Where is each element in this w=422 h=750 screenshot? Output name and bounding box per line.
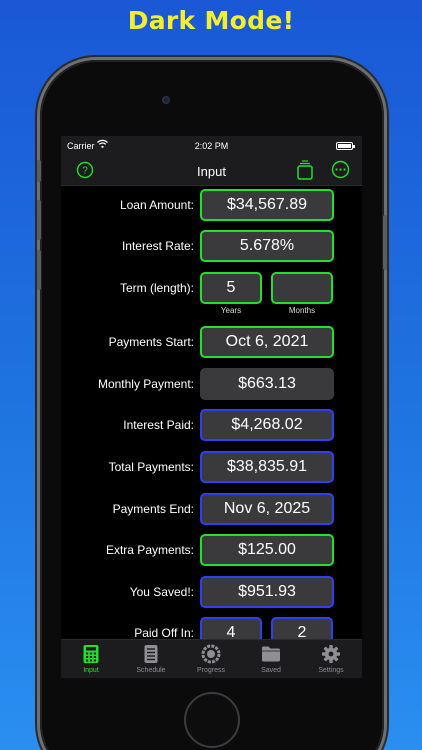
promo-banner-title: Dark Mode! xyxy=(127,6,295,35)
extra-payments-row: Extra Payments: $125.00 xyxy=(61,534,362,566)
term-row: Term (length): 5 Years Months xyxy=(61,272,362,315)
payments-start-row: Payments Start: Oct 6, 2021 xyxy=(61,326,362,358)
mute-switch xyxy=(37,160,41,182)
tab-saved-label: Saved xyxy=(261,667,281,674)
paid-off-in-label: Paid Off In: xyxy=(134,626,194,640)
tab-schedule[interactable]: Schedule xyxy=(121,640,181,678)
list-icon xyxy=(144,645,158,663)
tab-progress-label: Progress xyxy=(196,667,225,674)
saved-stack-icon[interactable] xyxy=(296,160,314,185)
monthly-payment-label: Monthly Payment: xyxy=(97,377,194,391)
term-months-field[interactable] xyxy=(271,272,333,304)
total-payments-field[interactable]: $38,835.91 xyxy=(200,451,334,483)
interest-rate-field[interactable]: 5.678% xyxy=(200,230,334,262)
folder-icon xyxy=(262,646,280,662)
months-caption: Months xyxy=(288,306,316,315)
page-title: Input xyxy=(197,164,226,179)
status-bar: Carrier 2:02 PM xyxy=(61,136,362,156)
volume-down-button xyxy=(37,250,41,290)
tab-bar: Input Schedule Progress Saved Settings xyxy=(61,639,362,678)
more-options-icon[interactable] xyxy=(331,160,350,184)
payments-end-label: Payments End: xyxy=(112,502,194,516)
tab-input-label: Input xyxy=(83,667,99,674)
front-camera xyxy=(162,96,170,104)
tab-settings-label: Settings xyxy=(318,667,344,674)
years-caption: Years xyxy=(220,306,242,315)
volume-up-button xyxy=(37,200,41,240)
total-payments-label: Total Payments: xyxy=(108,460,194,474)
tab-progress[interactable]: Progress xyxy=(181,640,241,678)
payments-end-row: Payments End: Nov 6, 2025 xyxy=(61,493,362,525)
app-screen: Carrier 2:02 PM ? Input Loan Amount: $34… xyxy=(61,136,362,678)
loan-amount-label: Loan Amount: xyxy=(119,198,194,212)
power-button xyxy=(383,215,387,270)
gear-icon xyxy=(322,645,340,663)
tab-schedule-label: Schedule xyxy=(136,667,166,674)
extra-payments-label: Extra Payments: xyxy=(105,543,194,557)
loan-amount-field[interactable]: $34,567.89 xyxy=(200,189,334,221)
payments-start-field[interactable]: Oct 6, 2021 xyxy=(200,326,334,358)
home-button[interactable] xyxy=(184,692,240,748)
tab-settings[interactable]: Settings xyxy=(301,640,361,678)
interest-paid-field[interactable]: $4,268.02 xyxy=(200,409,334,441)
interest-paid-label: Interest Paid: xyxy=(123,418,194,432)
interest-rate-row: Interest Rate: 5.678% xyxy=(61,230,362,262)
navigation-bar: ? Input xyxy=(61,156,362,186)
loan-input-form: Loan Amount: $34,567.89 Interest Rate: 5… xyxy=(61,187,362,649)
interest-rate-label: Interest Rate: xyxy=(121,239,194,253)
extra-payments-field[interactable]: $125.00 xyxy=(200,534,334,566)
battery-icon xyxy=(336,142,355,150)
term-label: Term (length): xyxy=(119,281,194,295)
tab-input[interactable]: Input xyxy=(61,640,121,678)
monthly-payment-field[interactable]: $663.13 xyxy=(200,368,334,400)
interest-paid-row: Interest Paid: $4,268.02 xyxy=(61,409,362,441)
you-saved-row: You Saved!: $951.93 xyxy=(61,576,362,608)
tab-saved[interactable]: Saved xyxy=(241,640,301,678)
monthly-payment-row: Monthly Payment: $663.13 xyxy=(61,368,362,400)
term-years-field[interactable]: 5 xyxy=(200,272,262,304)
loan-amount-row: Loan Amount: $34,567.89 xyxy=(61,189,362,221)
you-saved-field[interactable]: $951.93 xyxy=(200,576,334,608)
you-saved-label: You Saved!: xyxy=(129,585,194,599)
payments-end-field[interactable]: Nov 6, 2025 xyxy=(200,493,334,525)
total-payments-row: Total Payments: $38,835.91 xyxy=(61,451,362,483)
payments-start-label: Payments Start: xyxy=(108,335,194,349)
progress-ring-icon xyxy=(201,644,221,664)
status-time: 2:02 PM xyxy=(194,141,229,151)
calculator-icon xyxy=(83,645,99,663)
